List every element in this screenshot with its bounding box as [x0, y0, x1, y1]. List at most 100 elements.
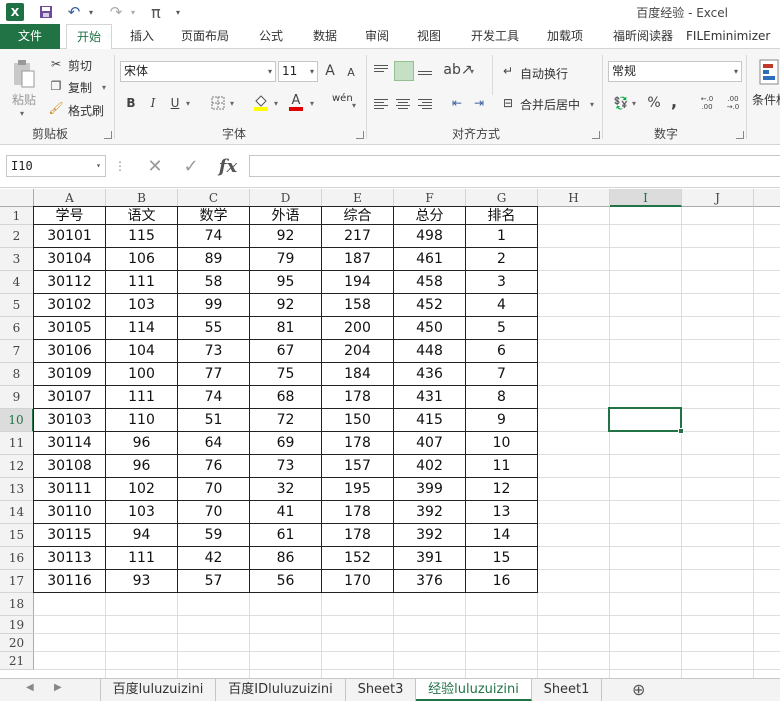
column-header-b[interactable]: B	[106, 189, 178, 207]
row-header-17[interactable]: 17	[0, 570, 34, 593]
number-dialog-launcher[interactable]	[736, 131, 744, 139]
table-cell[interactable]: 431	[394, 386, 465, 409]
table-cell[interactable]: 402	[394, 455, 465, 478]
table-header-cell[interactable]: 总分	[394, 207, 465, 225]
table-cell[interactable]: 12	[466, 478, 537, 501]
table-cell[interactable]: 68	[250, 386, 321, 409]
table-cell[interactable]: 81	[250, 317, 321, 340]
worksheet-grid[interactable]: A B C D E F G H I J 1 2 3 4 5 6 7 8 9 10 11 12 13 14 15 16 17 18 19 2…	[0, 189, 780, 678]
table-cell[interactable]: 79	[250, 248, 321, 271]
decrease-decimal-button[interactable]: .00 →.0	[722, 95, 744, 111]
phonetic-dropdown-icon[interactable]: ▾	[352, 101, 356, 110]
table-cell[interactable]: 5	[466, 317, 537, 340]
font-color-icon[interactable]: A	[288, 93, 304, 111]
alignment-dialog-launcher[interactable]	[592, 131, 600, 139]
fill-handle[interactable]	[678, 428, 684, 434]
table-cell[interactable]: 399	[394, 478, 465, 501]
table-cell[interactable]: 114	[106, 317, 177, 340]
table-cell[interactable]: 72	[250, 409, 321, 432]
column-header-i[interactable]: I	[610, 189, 682, 207]
increase-decimal-button[interactable]: ←.0 .00	[696, 95, 718, 111]
borders-icon[interactable]	[210, 95, 226, 111]
row-header-19[interactable]: 19	[0, 616, 34, 634]
row-header-1[interactable]: 1	[0, 207, 34, 225]
column-header-g[interactable]: G	[466, 189, 538, 207]
font-size-select[interactable]: 11 ▾	[278, 61, 318, 82]
table-cell[interactable]: 30112	[34, 271, 105, 294]
orientation-dropdown-icon[interactable]: ▾	[470, 67, 474, 76]
row-header-16[interactable]: 16	[0, 547, 34, 570]
table-cell[interactable]: 30113	[34, 547, 105, 570]
table-cell[interactable]: 102	[106, 478, 177, 501]
increase-indent-icon[interactable]: ⇥	[470, 95, 488, 111]
table-cell[interactable]: 8	[466, 386, 537, 409]
clipboard-dialog-launcher[interactable]	[104, 131, 112, 139]
row-header-11[interactable]: 11	[0, 432, 34, 455]
table-cell[interactable]: 94	[106, 524, 177, 547]
tab-page-layout[interactable]: 页面布局	[172, 24, 238, 49]
table-header-cell[interactable]: 外语	[250, 207, 321, 225]
table-cell[interactable]: 30110	[34, 501, 105, 524]
table-cell[interactable]: 448	[394, 340, 465, 363]
table-cell[interactable]: 110	[106, 409, 177, 432]
sheet-tab-1[interactable]: 百度luluzuizini	[100, 679, 216, 701]
table-cell[interactable]: 376	[394, 570, 465, 593]
merge-center-button[interactable]: 合并后居中	[520, 96, 580, 113]
table-cell[interactable]: 204	[322, 340, 393, 363]
row-header-5[interactable]: 5	[0, 294, 34, 317]
tab-insert[interactable]: 插入	[122, 24, 162, 49]
align-right-icon[interactable]	[418, 97, 434, 111]
table-cell[interactable]: 407	[394, 432, 465, 455]
table-cell[interactable]: 30104	[34, 248, 105, 271]
table-cell[interactable]: 152	[322, 547, 393, 570]
column-header-k[interactable]	[754, 189, 780, 207]
fill-color-dropdown-icon[interactable]: ▾	[274, 99, 278, 108]
table-cell[interactable]: 6	[466, 340, 537, 363]
table-cell[interactable]: 41	[250, 501, 321, 524]
table-cell[interactable]: 217	[322, 225, 393, 248]
align-center-icon[interactable]	[396, 97, 412, 111]
table-cell[interactable]: 104	[106, 340, 177, 363]
cancel-entry-icon[interactable]: ✕	[144, 156, 166, 177]
table-cell[interactable]: 57	[178, 570, 249, 593]
column-header-d[interactable]: D	[250, 189, 322, 207]
table-cell[interactable]: 178	[322, 524, 393, 547]
copy-dropdown-icon[interactable]: ▾	[102, 83, 106, 92]
table-cell[interactable]: 103	[106, 501, 177, 524]
borders-dropdown-icon[interactable]: ▾	[230, 99, 234, 108]
align-bottom-icon[interactable]	[418, 65, 434, 79]
enter-entry-icon[interactable]: ✓	[180, 156, 202, 177]
column-header-j[interactable]: J	[682, 189, 754, 207]
merge-center-dropdown-icon[interactable]: ▾	[590, 100, 594, 109]
table-cell[interactable]: 51	[178, 409, 249, 432]
new-sheet-icon[interactable]: ⊕	[632, 680, 645, 699]
tab-addins[interactable]: 加载项	[538, 24, 592, 49]
conditional-formatting-button[interactable]: 条件格	[752, 91, 780, 108]
table-cell[interactable]: 3	[466, 271, 537, 294]
table-cell[interactable]: 59	[178, 524, 249, 547]
table-cell[interactable]: 30111	[34, 478, 105, 501]
table-header-cell[interactable]: 学号	[34, 207, 105, 225]
select-all-corner[interactable]	[0, 189, 34, 207]
table-cell[interactable]: 461	[394, 248, 465, 271]
format-painter-icon[interactable]: 🖌	[48, 101, 64, 115]
table-cell[interactable]: 157	[322, 455, 393, 478]
row-header-14[interactable]: 14	[0, 501, 34, 524]
row-header-3[interactable]: 3	[0, 248, 34, 271]
table-cell[interactable]: 14	[466, 524, 537, 547]
underline-button[interactable]: U	[168, 95, 182, 111]
column-header-f[interactable]: F	[394, 189, 466, 207]
table-cell[interactable]: 75	[250, 363, 321, 386]
table-cell[interactable]: 74	[178, 225, 249, 248]
row-header-6[interactable]: 6	[0, 317, 34, 340]
tab-fileminimizer[interactable]: FILEminimizer	[686, 24, 780, 49]
row-header-2[interactable]: 2	[0, 225, 34, 248]
table-cell[interactable]: 392	[394, 501, 465, 524]
table-cell[interactable]: 30108	[34, 455, 105, 478]
bold-button[interactable]: B	[124, 95, 138, 111]
table-header-cell[interactable]: 数学	[178, 207, 249, 225]
paste-label[interactable]: 粘贴	[12, 91, 36, 108]
table-cell[interactable]: 9	[466, 409, 537, 432]
table-cell[interactable]: 1	[466, 225, 537, 248]
row-header-18[interactable]: 18	[0, 593, 34, 616]
